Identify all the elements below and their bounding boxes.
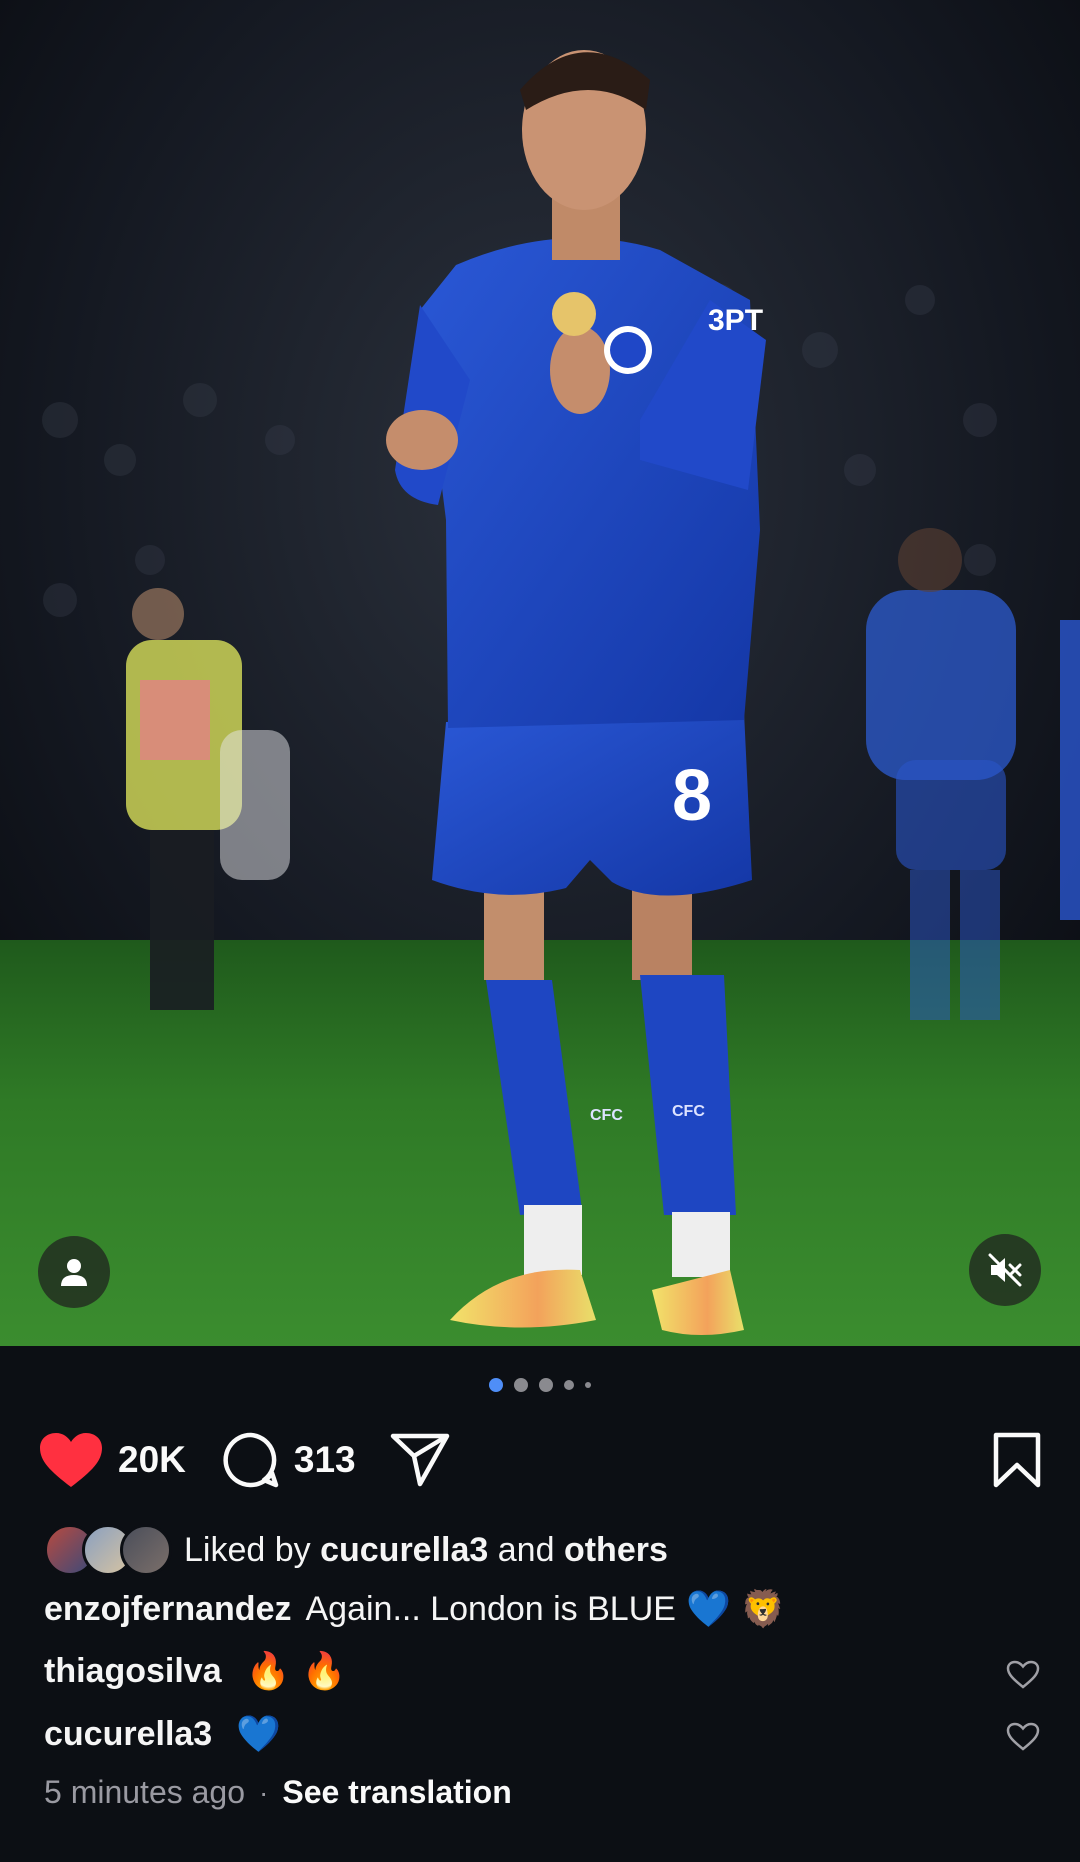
comment-username[interactable]: cucurella3 bbox=[44, 1715, 212, 1754]
comment-count[interactable]: 313 bbox=[294, 1439, 356, 1481]
heart-filled-icon bbox=[40, 1433, 102, 1487]
post-image[interactable]: 8 3PT CFC CFC bbox=[0, 0, 1080, 1346]
carousel-indicator bbox=[0, 1378, 1080, 1392]
sleeve-sponsor: 3PT bbox=[708, 304, 763, 337]
share-button[interactable] bbox=[390, 1432, 450, 1488]
like-count[interactable]: 20K bbox=[118, 1439, 186, 1481]
comment-username[interactable]: thiagosilva bbox=[44, 1652, 222, 1691]
comment-button[interactable]: 313 bbox=[222, 1431, 356, 1489]
lion-emoji: 🦁 bbox=[740, 1589, 786, 1630]
comment-text: 💙 bbox=[236, 1714, 282, 1755]
carousel-dot-2 bbox=[514, 1378, 528, 1392]
bookmark-icon bbox=[993, 1432, 1041, 1488]
post-action-bar: 20K 313 bbox=[38, 1428, 1042, 1492]
see-translation-link[interactable]: See translation bbox=[282, 1774, 511, 1811]
sock-crest-left: CFC bbox=[590, 1107, 623, 1124]
post-meta: 5 minutes ago · See translation bbox=[44, 1774, 512, 1811]
carousel-dot-3 bbox=[539, 1378, 553, 1392]
liked-by-summary[interactable]: Liked by cucurella3 and others bbox=[44, 1524, 668, 1576]
tagged-people-button[interactable] bbox=[38, 1236, 110, 1308]
liker-avatars[interactable] bbox=[44, 1524, 172, 1576]
post-photo-illustration: 8 3PT CFC CFC bbox=[0, 0, 1080, 1346]
like-button[interactable]: 20K bbox=[38, 1431, 186, 1489]
avatar[interactable] bbox=[120, 1524, 172, 1576]
comment-text: 🔥 🔥 bbox=[245, 1651, 347, 1692]
comment-like-heart-icon[interactable] bbox=[1006, 1722, 1040, 1752]
blue-heart-emoji: 💙 bbox=[685, 1589, 731, 1630]
carousel-dot-5 bbox=[585, 1382, 591, 1388]
comment-bubble-icon bbox=[223, 1432, 279, 1488]
speaker-muted-icon bbox=[988, 1253, 1022, 1287]
meta-separator: · bbox=[259, 1776, 269, 1808]
sock-crest-right: CFC bbox=[672, 1103, 705, 1120]
liked-by-user[interactable]: cucurella3 bbox=[320, 1531, 488, 1570]
post-caption[interactable]: enzojfernandez Again... London is BLUE 💙… bbox=[44, 1588, 786, 1630]
caption-text: Again... London is BLUE bbox=[305, 1589, 676, 1628]
mute-toggle-button[interactable] bbox=[969, 1234, 1041, 1306]
caption-username[interactable]: enzojfernandez bbox=[44, 1590, 291, 1629]
carousel-dot-4 bbox=[564, 1380, 574, 1390]
post-timestamp: 5 minutes ago bbox=[44, 1774, 246, 1810]
comment-row: cucurella3 💙 bbox=[44, 1713, 281, 1755]
comment-row: thiagosilva 🔥 🔥 bbox=[44, 1650, 347, 1692]
liked-by-joiner: and bbox=[497, 1530, 555, 1569]
liked-by-others[interactable]: others bbox=[564, 1531, 668, 1570]
comment-like-heart-icon[interactable] bbox=[1006, 1660, 1040, 1690]
liked-by-prefix: Liked by bbox=[184, 1530, 311, 1569]
carousel-dot-1 bbox=[489, 1378, 503, 1392]
person-icon bbox=[61, 1259, 87, 1286]
send-icon bbox=[390, 1433, 449, 1487]
save-button[interactable] bbox=[992, 1431, 1042, 1489]
kit-number: 8 bbox=[672, 756, 712, 836]
